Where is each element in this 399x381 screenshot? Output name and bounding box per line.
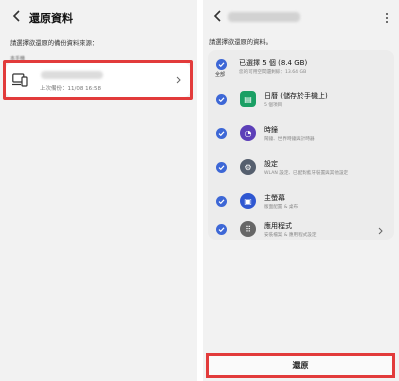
- apps-title: 應用程式: [264, 222, 292, 230]
- summary-title: 已選擇 5 個 (8.4 GB): [239, 59, 308, 67]
- right-subtitle: 請選擇欲還原的資料。: [209, 39, 272, 46]
- device-title-blurred: [228, 12, 300, 22]
- settings-checkbox[interactable]: [216, 162, 227, 173]
- clock-icon: ◔: [240, 125, 256, 141]
- apps-checkbox[interactable]: [216, 224, 227, 235]
- page-title: 還原資料: [29, 12, 73, 25]
- left-subtitle: 請選擇欲還原的備份資料來源：: [10, 40, 99, 47]
- back-arrow-icon[interactable]: [213, 10, 223, 22]
- data-selection-list: 全部 已選擇 5 個 (8.4 GB) 您的可用空間還剩餘：13.64 GB ▤…: [208, 50, 394, 240]
- select-all-label: 全部: [215, 72, 226, 78]
- settings-subtitle: WLAN 設定、已配對藍牙裝置與其他設定: [264, 171, 349, 176]
- calendar-checkbox[interactable]: [216, 94, 227, 105]
- highlight-box-device: [3, 60, 193, 100]
- home-screen-icon: ▣: [240, 193, 256, 209]
- highlight-box-restore: [206, 353, 395, 378]
- list-item-settings[interactable]: ⚙ 設定 WLAN 設定、已配對藍牙裝置與其他設定: [208, 152, 394, 186]
- left-top-bar: 還原資料: [0, 0, 197, 32]
- list-item-calendar[interactable]: ▤ 日曆 (儲存於手機上) 5 個項目: [208, 84, 394, 118]
- calendar-title: 日曆 (儲存於手機上): [264, 92, 328, 100]
- left-panel: 還原資料 請選擇欲還原的備份資料來源： 本手機 上次備份：11/08 16:58: [0, 0, 197, 381]
- gear-icon: ⚙: [240, 159, 256, 175]
- apps-subtitle: 安裝檔案 & 應用程式設定: [264, 233, 317, 238]
- calendar-subtitle: 5 個項目: [264, 103, 283, 108]
- more-options-icon[interactable]: [386, 13, 389, 25]
- home-screen-subtitle: 版面配置 & 桌布: [264, 205, 299, 210]
- settings-title: 設定: [264, 160, 278, 168]
- clock-title: 時鐘: [264, 126, 278, 134]
- apps-icon: ⠿: [240, 221, 256, 237]
- select-all-row[interactable]: 全部 已選擇 5 個 (8.4 GB) 您的可用空間還剩餘：13.64 GB: [208, 54, 394, 88]
- list-item-apps[interactable]: ⠿ 應用程式 安裝檔案 & 應用程式設定: [208, 214, 394, 248]
- back-arrow-icon[interactable]: [12, 10, 22, 22]
- home-screen-title: 主螢幕: [264, 194, 285, 202]
- calendar-icon: ▤: [240, 91, 256, 107]
- chevron-right-icon[interactable]: [378, 227, 383, 235]
- select-all-checkbox[interactable]: [216, 59, 227, 70]
- right-top-bar: [203, 0, 399, 32]
- home-screen-checkbox[interactable]: [216, 196, 227, 207]
- list-item-clock[interactable]: ◔ 時鐘 鬧鐘、世界時鐘與計時器: [208, 118, 394, 152]
- summary-subtitle: 您的可用空間還剩餘：13.64 GB: [239, 70, 307, 75]
- clock-checkbox[interactable]: [216, 128, 227, 139]
- clock-subtitle: 鬧鐘、世界時鐘與計時器: [264, 137, 315, 142]
